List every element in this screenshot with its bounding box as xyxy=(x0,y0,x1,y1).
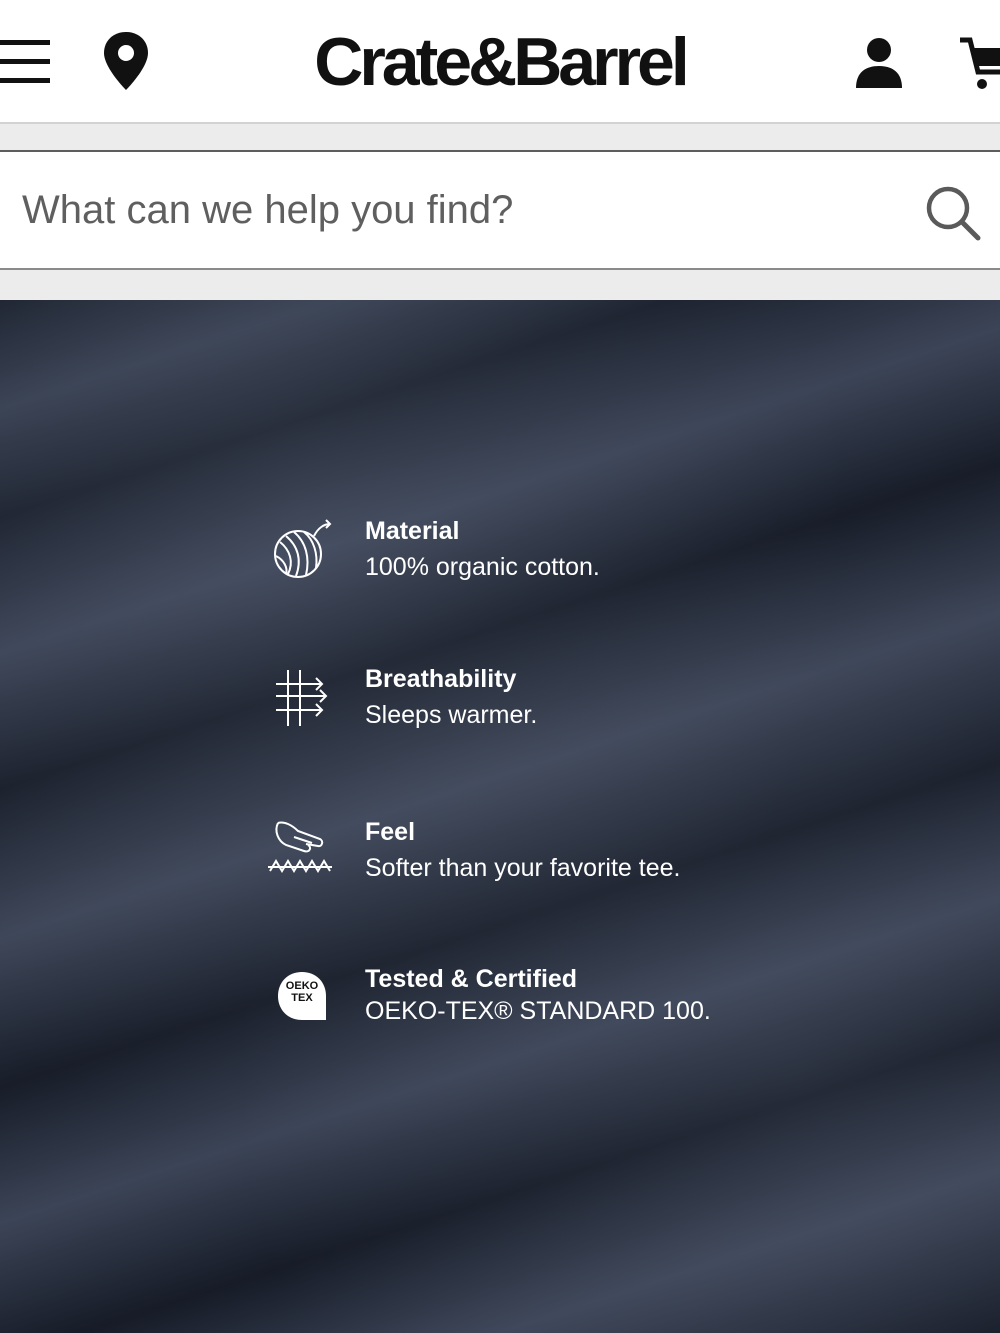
account-icon[interactable] xyxy=(852,36,906,90)
fabric-feature-hero: Material 100% organic cotton. Breathabil… xyxy=(0,300,1000,1333)
feature-title: Breathability xyxy=(365,665,517,693)
cotton-ball-icon xyxy=(274,519,332,578)
cart-icon[interactable] xyxy=(958,36,1000,92)
search-box xyxy=(0,150,1000,270)
search-band xyxy=(0,124,1000,300)
feature-description: 100% organic cotton. xyxy=(365,553,600,581)
breathability-arrows-icon xyxy=(276,670,328,726)
feature-description: Sleeps warmer. xyxy=(365,701,538,729)
search-input[interactable] xyxy=(22,152,902,268)
feature-title: Tested & Certified xyxy=(365,965,578,993)
oeko-tex-badge-text: OEKO TEX xyxy=(285,980,319,1004)
feature-title: Material xyxy=(365,517,460,545)
search-icon[interactable] xyxy=(924,184,982,242)
site-header: Crate&Barrel xyxy=(0,0,1000,124)
feature-description: Softer than your favorite tee. xyxy=(365,854,681,882)
oeko-tex-icon: OEKO TEX xyxy=(264,964,340,1034)
hand-feel-icon xyxy=(268,821,332,873)
feature-description: OEKO-TEX® STANDARD 100. xyxy=(365,997,711,1025)
feature-title: Feel xyxy=(365,818,416,846)
brand-logo[interactable]: Crate&Barrel xyxy=(0,26,1000,98)
